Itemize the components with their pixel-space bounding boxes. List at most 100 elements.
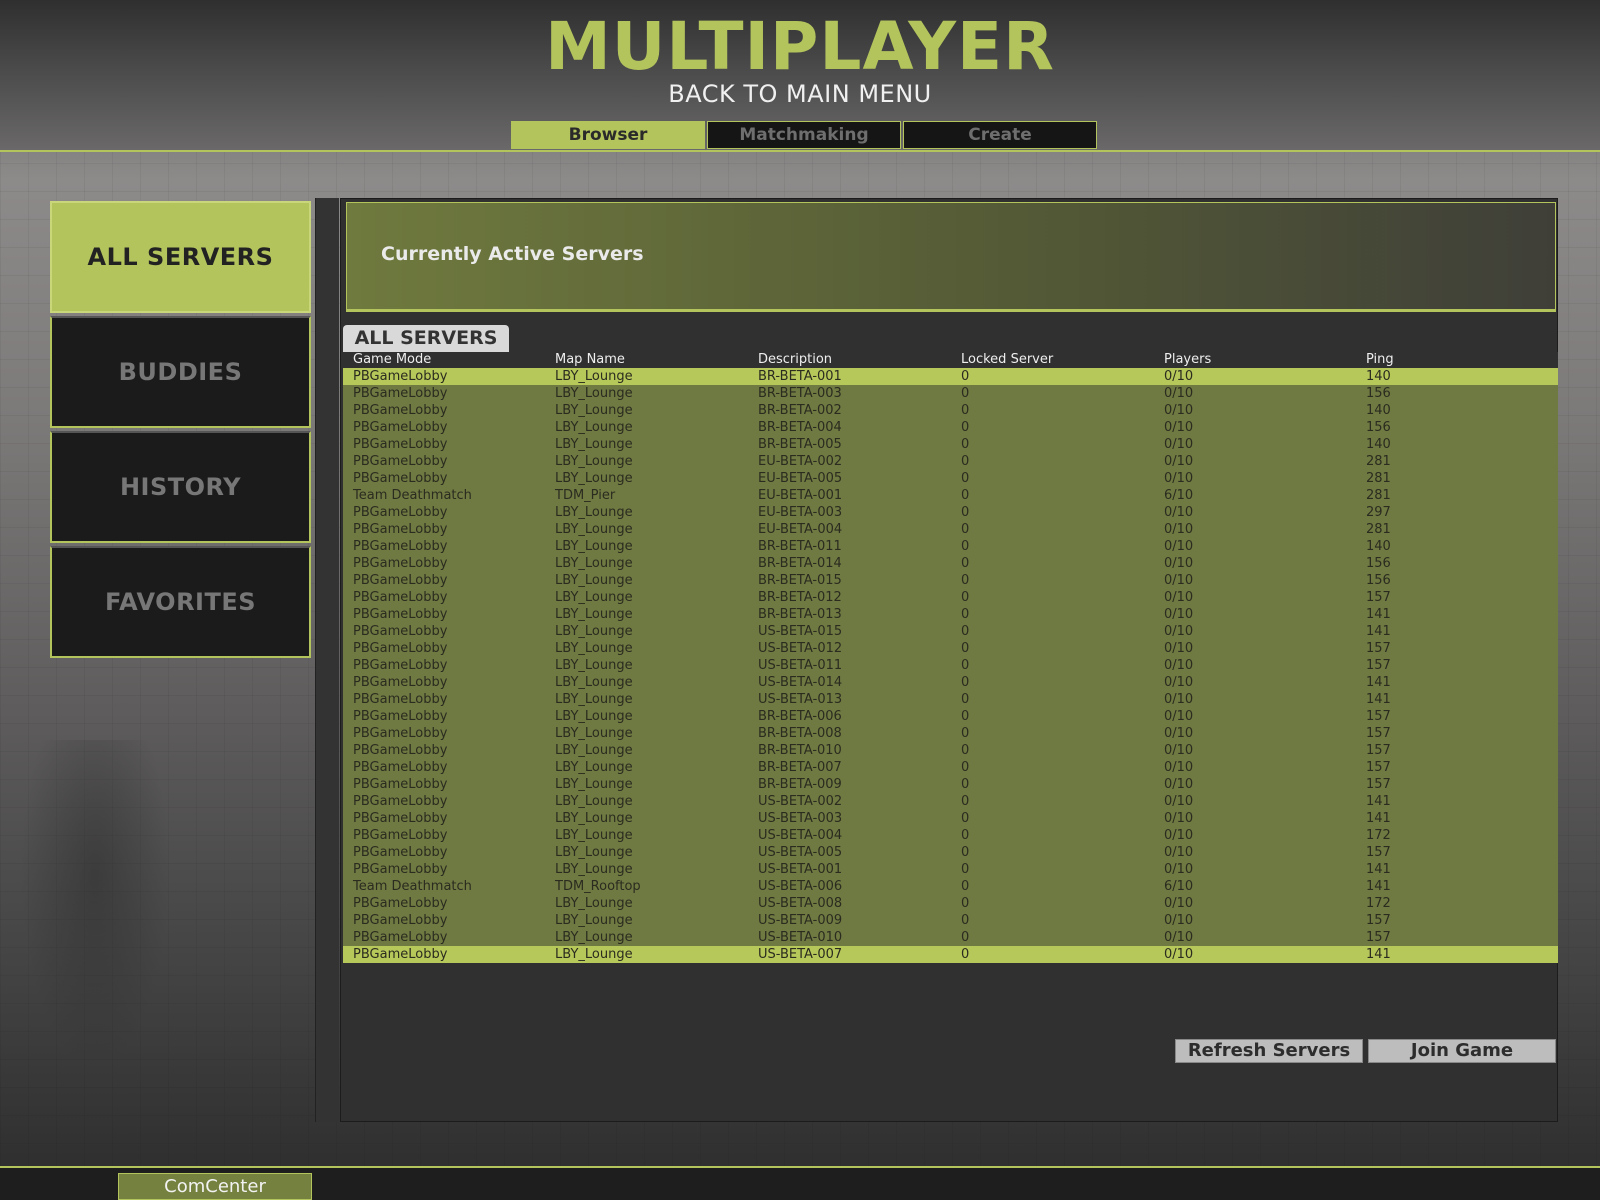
- server-row[interactable]: PBGameLobby LBY_Lounge EU-BETA-002 0 0/10 281: [343, 453, 1558, 470]
- server-row[interactable]: PBGameLobby LBY_Lounge BR-BETA-015 0 0/10 156: [343, 572, 1558, 589]
- server-row[interactable]: PBGameLobby LBY_Lounge US-BETA-004 0 0/10 172: [343, 827, 1558, 844]
- back-to-main-menu-link[interactable]: BACK TO MAIN MENU: [0, 80, 1600, 108]
- cell-map-name: LBY_Lounge: [555, 692, 633, 707]
- sidebar-item-history[interactable]: HISTORY: [50, 431, 311, 543]
- server-row[interactable]: Team Deathmatch TDM_Pier EU-BETA-001 0 6/10 2…: [343, 487, 1558, 504]
- server-row[interactable]: PBGameLobby LBY_Lounge BR-BETA-013 0 0/10 141: [343, 606, 1558, 623]
- server-row[interactable]: PBGameLobby LBY_Lounge BR-BETA-007 0 0/10 157: [343, 759, 1558, 776]
- server-list-tab[interactable]: ALL SERVERS: [343, 325, 509, 352]
- server-row[interactable]: PBGameLobby LBY_Lounge US-BETA-002 0 0/10 141: [343, 793, 1558, 810]
- cell-description: BR-BETA-008: [758, 726, 842, 741]
- sidebar-item-all-servers[interactable]: ALL SERVERS: [50, 201, 311, 313]
- cell-players: 0/10: [1164, 539, 1194, 554]
- cell-map-name: LBY_Lounge: [555, 505, 633, 520]
- cell-map-name: LBY_Lounge: [555, 709, 633, 724]
- cell-players: 0/10: [1164, 658, 1194, 673]
- server-row[interactable]: PBGameLobby LBY_Lounge US-BETA-010 0 0/10 157: [343, 929, 1558, 946]
- server-row[interactable]: PBGameLobby LBY_Lounge BR-BETA-006 0 0/10 157: [343, 708, 1558, 725]
- server-row[interactable]: PBGameLobby LBY_Lounge US-BETA-012 0 0/10 157: [343, 640, 1558, 657]
- server-row[interactable]: PBGameLobby LBY_Lounge US-BETA-001 0 0/10 141: [343, 861, 1558, 878]
- server-row[interactable]: PBGameLobby LBY_Lounge EU-BETA-003 0 0/10 297: [343, 504, 1558, 521]
- cell-players: 0/10: [1164, 590, 1194, 605]
- cell-ping: 157: [1366, 845, 1391, 860]
- cell-players: 6/10: [1164, 879, 1194, 894]
- cell-map-name: LBY_Lounge: [555, 743, 633, 758]
- server-row[interactable]: PBGameLobby LBY_Lounge BR-BETA-008 0 0/10 157: [343, 725, 1558, 742]
- cell-locked-server: 0: [961, 573, 970, 588]
- cell-game-mode: PBGameLobby: [353, 692, 448, 707]
- tab-create[interactable]: Create: [903, 121, 1097, 149]
- server-row[interactable]: PBGameLobby LBY_Lounge BR-BETA-009 0 0/10 157: [343, 776, 1558, 793]
- cell-ping: 140: [1366, 369, 1391, 384]
- cell-description: US-BETA-014: [758, 675, 843, 690]
- cell-ping: 141: [1366, 675, 1391, 690]
- server-row[interactable]: PBGameLobby LBY_Lounge US-BETA-013 0 0/10 141: [343, 691, 1558, 708]
- cell-locked-server: 0: [961, 488, 970, 503]
- sidebar-item-buddies[interactable]: BUDDIES: [50, 316, 311, 428]
- server-row[interactable]: PBGameLobby LBY_Lounge US-BETA-007 0 0/10 141: [343, 946, 1558, 963]
- cell-ping: 157: [1366, 760, 1391, 775]
- cell-description: EU-BETA-004: [758, 522, 843, 537]
- cell-game-mode: PBGameLobby: [353, 896, 448, 911]
- cell-players: 0/10: [1164, 709, 1194, 724]
- cell-description: EU-BETA-002: [758, 454, 843, 469]
- cell-locked-server: 0: [961, 539, 970, 554]
- server-row[interactable]: PBGameLobby LBY_Lounge BR-BETA-011 0 0/10 140: [343, 538, 1558, 555]
- cell-game-mode: PBGameLobby: [353, 760, 448, 775]
- column-header-map-name[interactable]: Map Name: [555, 352, 625, 368]
- column-header-description[interactable]: Description: [758, 352, 832, 368]
- server-row[interactable]: PBGameLobby LBY_Lounge EU-BETA-005 0 0/10 281: [343, 470, 1558, 487]
- cell-game-mode: PBGameLobby: [353, 471, 448, 486]
- server-row[interactable]: PBGameLobby LBY_Lounge BR-BETA-001 0 0/10 140: [343, 368, 1558, 385]
- server-row[interactable]: PBGameLobby LBY_Lounge US-BETA-015 0 0/10 141: [343, 623, 1558, 640]
- server-row[interactable]: PBGameLobby LBY_Lounge BR-BETA-010 0 0/10 157: [343, 742, 1558, 759]
- cell-map-name: LBY_Lounge: [555, 811, 633, 826]
- cell-players: 0/10: [1164, 454, 1194, 469]
- cell-description: BR-BETA-003: [758, 386, 842, 401]
- server-row[interactable]: PBGameLobby LBY_Lounge US-BETA-014 0 0/10 141: [343, 674, 1558, 691]
- cell-players: 0/10: [1164, 386, 1194, 401]
- cell-description: US-BETA-013: [758, 692, 843, 707]
- server-row[interactable]: PBGameLobby LBY_Lounge BR-BETA-012 0 0/10 157: [343, 589, 1558, 606]
- cell-players: 0/10: [1164, 913, 1194, 928]
- cell-players: 0/10: [1164, 947, 1194, 962]
- cell-map-name: LBY_Lounge: [555, 896, 633, 911]
- column-header-game-mode[interactable]: Game Mode: [353, 352, 431, 368]
- server-row[interactable]: PBGameLobby LBY_Lounge BR-BETA-002 0 0/10 140: [343, 402, 1558, 419]
- server-row[interactable]: PBGameLobby LBY_Lounge BR-BETA-004 0 0/10 156: [343, 419, 1558, 436]
- server-row[interactable]: Team Deathmatch TDM_Rooftop US-BETA-006 0 6/…: [343, 878, 1558, 895]
- refresh-servers-button[interactable]: Refresh Servers: [1175, 1039, 1363, 1063]
- cell-map-name: TDM_Pier: [555, 488, 616, 503]
- column-headers: Game Mode Map Name Description Locked Se…: [343, 352, 1558, 368]
- page-title: MULTIPLAYER: [545, 8, 1055, 85]
- cell-players: 0/10: [1164, 624, 1194, 639]
- cell-locked-server: 0: [961, 420, 970, 435]
- server-row[interactable]: PBGameLobby LBY_Lounge US-BETA-008 0 0/10 172: [343, 895, 1558, 912]
- cell-game-mode: PBGameLobby: [353, 522, 448, 537]
- sidebar-item-favorites[interactable]: FAVORITES: [50, 546, 311, 658]
- server-row[interactable]: PBGameLobby LBY_Lounge BR-BETA-005 0 0/10 140: [343, 436, 1558, 453]
- comcenter-button[interactable]: ComCenter: [118, 1173, 312, 1200]
- cell-map-name: LBY_Lounge: [555, 420, 633, 435]
- cell-description: US-BETA-003: [758, 811, 843, 826]
- column-header-locked-server[interactable]: Locked Server: [961, 352, 1053, 368]
- server-row[interactable]: PBGameLobby LBY_Lounge BR-BETA-014 0 0/10 156: [343, 555, 1558, 572]
- tab-browser[interactable]: Browser: [511, 121, 705, 149]
- cell-locked-server: 0: [961, 624, 970, 639]
- cell-map-name: LBY_Lounge: [555, 658, 633, 673]
- cell-players: 0/10: [1164, 403, 1194, 418]
- column-header-ping[interactable]: Ping: [1366, 352, 1394, 368]
- server-row[interactable]: PBGameLobby LBY_Lounge US-BETA-005 0 0/10 157: [343, 844, 1558, 861]
- server-row[interactable]: PBGameLobby LBY_Lounge BR-BETA-003 0 0/10 156: [343, 385, 1558, 402]
- server-row[interactable]: PBGameLobby LBY_Lounge EU-BETA-004 0 0/10 281: [343, 521, 1558, 538]
- join-game-button[interactable]: Join Game: [1368, 1039, 1556, 1063]
- cell-description: US-BETA-012: [758, 641, 843, 656]
- column-header-players[interactable]: Players: [1164, 352, 1211, 368]
- server-row[interactable]: PBGameLobby LBY_Lounge US-BETA-003 0 0/10 141: [343, 810, 1558, 827]
- cell-map-name: LBY_Lounge: [555, 590, 633, 605]
- cell-players: 0/10: [1164, 930, 1194, 945]
- server-row[interactable]: PBGameLobby LBY_Lounge US-BETA-011 0 0/10 157: [343, 657, 1558, 674]
- server-row[interactable]: PBGameLobby LBY_Lounge US-BETA-009 0 0/10 157: [343, 912, 1558, 929]
- cell-description: BR-BETA-011: [758, 539, 842, 554]
- tab-matchmaking[interactable]: Matchmaking: [707, 121, 901, 149]
